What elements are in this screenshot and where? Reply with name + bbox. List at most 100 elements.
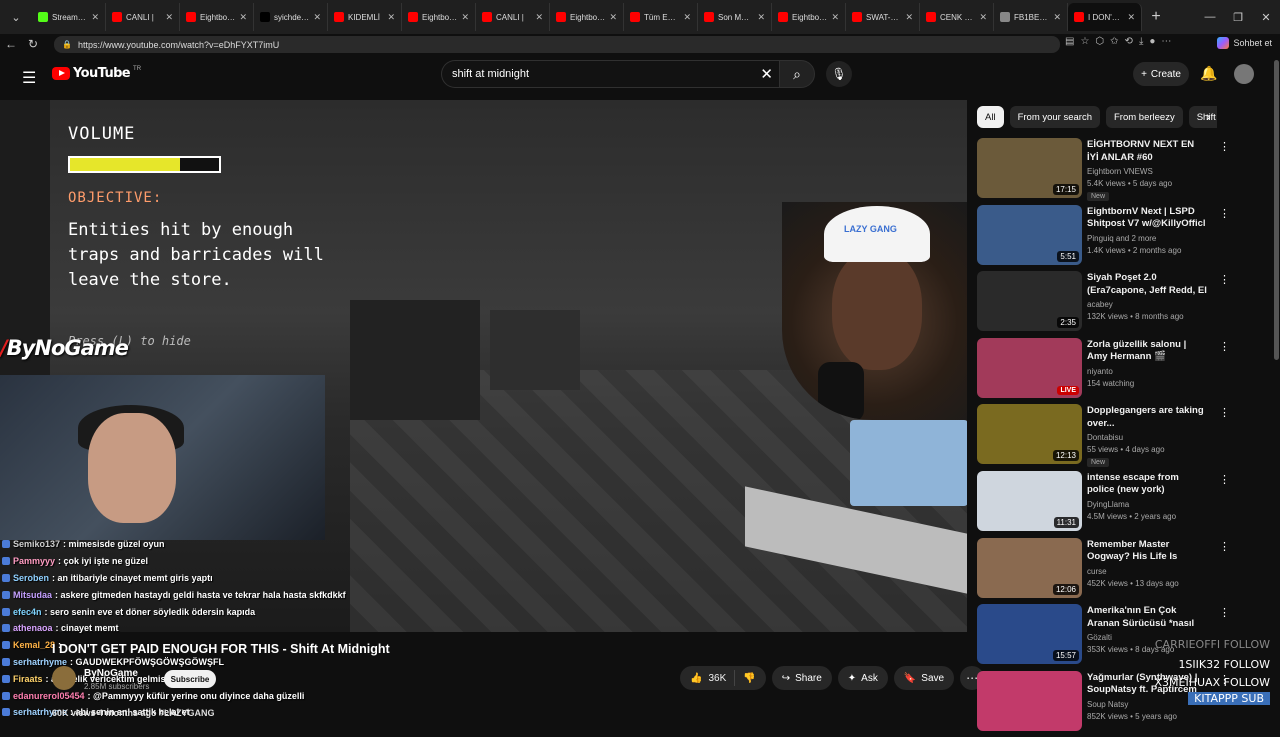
- recommended-title[interactable]: Dopplegangers are taking over...: [1087, 405, 1207, 430]
- voice-search-button[interactable]: 🎙: [826, 61, 852, 87]
- filter-chip[interactable]: From your search: [1009, 106, 1100, 128]
- video-thumbnail[interactable]: 11:31: [977, 470, 1082, 531]
- tab-close-icon[interactable]: ✕: [831, 12, 839, 23]
- maximize-icon[interactable]: ❐: [1224, 0, 1252, 34]
- recommended-video[interactable]: 15:57 Amerika'nın En Çok Aranan Sürücüsü …: [977, 604, 1237, 671]
- recommended-channel[interactable]: Soup Natsy: [1087, 700, 1128, 709]
- video-thumbnail[interactable]: 12:06: [977, 537, 1082, 598]
- tab-list-icon[interactable]: ⌄: [0, 0, 32, 34]
- tab-close-icon[interactable]: ✕: [461, 12, 469, 23]
- kebab-menu-icon[interactable]: ⋮: [1219, 273, 1230, 286]
- tab-close-icon[interactable]: ✕: [239, 12, 247, 23]
- kebab-menu-icon[interactable]: ⋮: [1219, 606, 1230, 619]
- back-icon[interactable]: ←: [0, 37, 22, 51]
- minimize-icon[interactable]: —: [1196, 0, 1224, 34]
- recommended-channel[interactable]: Gözalti: [1087, 633, 1112, 642]
- close-window-icon[interactable]: ✕: [1252, 0, 1280, 34]
- tab-close-icon[interactable]: ✕: [1053, 12, 1061, 23]
- menu-icon[interactable]: ☰: [22, 68, 36, 88]
- chevron-right-icon[interactable]: ›: [1206, 108, 1211, 124]
- kebab-menu-icon[interactable]: ⋮: [1219, 473, 1230, 486]
- video-thumbnail[interactable]: LIVE: [977, 337, 1082, 398]
- browser-tab[interactable]: CANLI | ✕: [476, 3, 550, 31]
- filter-chip[interactable]: All: [977, 106, 1004, 128]
- reload-icon[interactable]: ↻: [22, 37, 44, 51]
- recommended-title[interactable]: intense escape from police (new york): [1087, 472, 1207, 497]
- tab-close-icon[interactable]: ✕: [1127, 12, 1135, 23]
- account-avatar[interactable]: [1234, 64, 1254, 84]
- video-thumbnail[interactable]: 15:57: [977, 604, 1082, 665]
- video-thumbnail[interactable]: 17:15: [977, 138, 1082, 198]
- tab-close-icon[interactable]: ✕: [979, 12, 987, 23]
- browser-tab[interactable]: SWAT-POLI✕: [846, 3, 920, 31]
- video-thumbnail[interactable]: 12:13: [977, 404, 1082, 465]
- new-tab-button[interactable]: +: [1142, 8, 1170, 26]
- recommended-video[interactable]: Yağmurlar (Synthwave) | SoupNatsy ft. Pa…: [977, 670, 1237, 737]
- recommended-channel[interactable]: niyanto: [1087, 367, 1113, 376]
- browser-tab[interactable]: EightbornV ✕: [180, 3, 254, 31]
- page-scrollbar[interactable]: [1273, 56, 1280, 720]
- favorites-icon[interactable]: ✩: [1110, 36, 1118, 47]
- kebab-menu-icon[interactable]: ⋮: [1219, 540, 1230, 553]
- browser-tab[interactable]: KIDEMLİ ✕: [328, 3, 402, 31]
- channel-avatar[interactable]: [52, 666, 76, 690]
- tab-close-icon[interactable]: ✕: [609, 12, 617, 23]
- star-icon[interactable]: ☆: [1080, 36, 1089, 47]
- recommended-title[interactable]: Zorla güzellik salonu | Amy Hermann 🎬 Ei…: [1087, 339, 1207, 364]
- create-button[interactable]: + Create: [1133, 62, 1189, 86]
- kebab-menu-icon[interactable]: ⋮: [1219, 673, 1230, 686]
- recommended-title[interactable]: EİGHTBORNV NEXT EN İYİ ANLAR #60: [1087, 139, 1207, 164]
- recommended-channel[interactable]: acabey: [1087, 300, 1113, 309]
- recommended-video[interactable]: 12:13 Dopplegangers are taking over... Don…: [977, 404, 1237, 471]
- channel-name[interactable]: ByNoGame: [84, 668, 138, 679]
- tab-close-icon[interactable]: ✕: [313, 12, 321, 23]
- url-field[interactable]: 🔒 https://www.youtube.com/watch?v=eDhFYX…: [54, 36, 1060, 53]
- recommended-channel[interactable]: DyingLlama: [1087, 500, 1129, 509]
- recommended-video[interactable]: 12:06 Remember Master Oogway? His Life Is…: [977, 537, 1237, 605]
- browser-tab[interactable]: I DON'T GE ✕: [1068, 3, 1142, 31]
- subscribe-button[interactable]: Subscribe: [164, 670, 216, 688]
- browser-tab[interactable]: syichde (@ ✕: [254, 3, 328, 31]
- tab-close-icon[interactable]: ✕: [91, 12, 99, 23]
- recommended-channel[interactable]: Eightborn VNEWS: [1087, 167, 1153, 176]
- video-thumbnail[interactable]: 2:35: [977, 271, 1082, 332]
- extensions-icon[interactable]: ⬡: [1095, 36, 1104, 47]
- search-input[interactable]: shift at midnight ✕: [441, 60, 781, 88]
- recommended-title[interactable]: Siyah Poşet 2.0 (Era7capone, Jeff Redd, …: [1087, 272, 1207, 297]
- browser-tab[interactable]: FB1BE4AC✕: [994, 3, 1068, 31]
- youtube-logo[interactable]: YouTube TR: [52, 66, 141, 81]
- clear-search-icon[interactable]: ✕: [760, 65, 773, 83]
- save-button[interactable]: 🔖 Save: [893, 666, 955, 690]
- browser-tab[interactable]: Tüm Engelle ✕: [624, 3, 698, 31]
- recommended-video[interactable]: 11:31 intense escape from police (new yor…: [977, 470, 1237, 538]
- browser-tab[interactable]: CENK VE AI✕: [920, 3, 994, 31]
- recommended-title[interactable]: Amerika'nın En Çok Aranan Sürücüsü *nası…: [1087, 605, 1207, 630]
- profile-icon[interactable]: ●: [1149, 36, 1155, 47]
- browser-tab[interactable]: EightbornV ✕: [402, 3, 476, 31]
- kebab-menu-icon[interactable]: ⋮: [1219, 340, 1230, 353]
- more-icon[interactable]: ⋯: [1161, 36, 1171, 47]
- browser-tab[interactable]: EightbornV ✕: [550, 3, 624, 31]
- recommended-channel[interactable]: Dontabisu: [1087, 433, 1123, 442]
- browser-tab[interactable]: Stream - Ki ✕: [32, 3, 106, 31]
- tab-close-icon[interactable]: ✕: [757, 12, 765, 23]
- recommended-title[interactable]: Remember Master Oogway? His Life Is Ruin…: [1087, 539, 1207, 564]
- video-thumbnail[interactable]: 5:51: [977, 204, 1082, 265]
- like-button[interactable]: 👍 36K: [680, 670, 736, 686]
- browser-tab[interactable]: Son Mektup ✕: [698, 3, 772, 31]
- tab-close-icon[interactable]: ✕: [165, 12, 173, 23]
- history-icon[interactable]: ⟲: [1125, 36, 1133, 47]
- scrollbar-thumb[interactable]: [1274, 60, 1279, 360]
- kebab-menu-icon[interactable]: ⋮: [1219, 207, 1230, 220]
- kebab-menu-icon[interactable]: ⋮: [1219, 140, 1230, 153]
- tab-close-icon[interactable]: ✕: [905, 12, 913, 23]
- browser-tab[interactable]: EightbornV ✕: [772, 3, 846, 31]
- tab-close-icon[interactable]: ✕: [683, 12, 691, 23]
- recommended-title[interactable]: Yağmurlar (Synthwave) | SoupNatsy ft. Pa…: [1087, 672, 1207, 697]
- kebab-menu-icon[interactable]: ⋮: [1219, 406, 1230, 419]
- recommended-video[interactable]: LIVE Zorla güzellik salonu | Amy Hermann …: [977, 337, 1237, 405]
- reader-icon[interactable]: ▤: [1065, 36, 1074, 47]
- search-button[interactable]: ⌕: [779, 60, 815, 88]
- ask-button[interactable]: ✦ Ask: [837, 666, 888, 690]
- recommended-title[interactable]: EightbornV Next | LSPD Shitpost V7 w/@Ki…: [1087, 206, 1207, 231]
